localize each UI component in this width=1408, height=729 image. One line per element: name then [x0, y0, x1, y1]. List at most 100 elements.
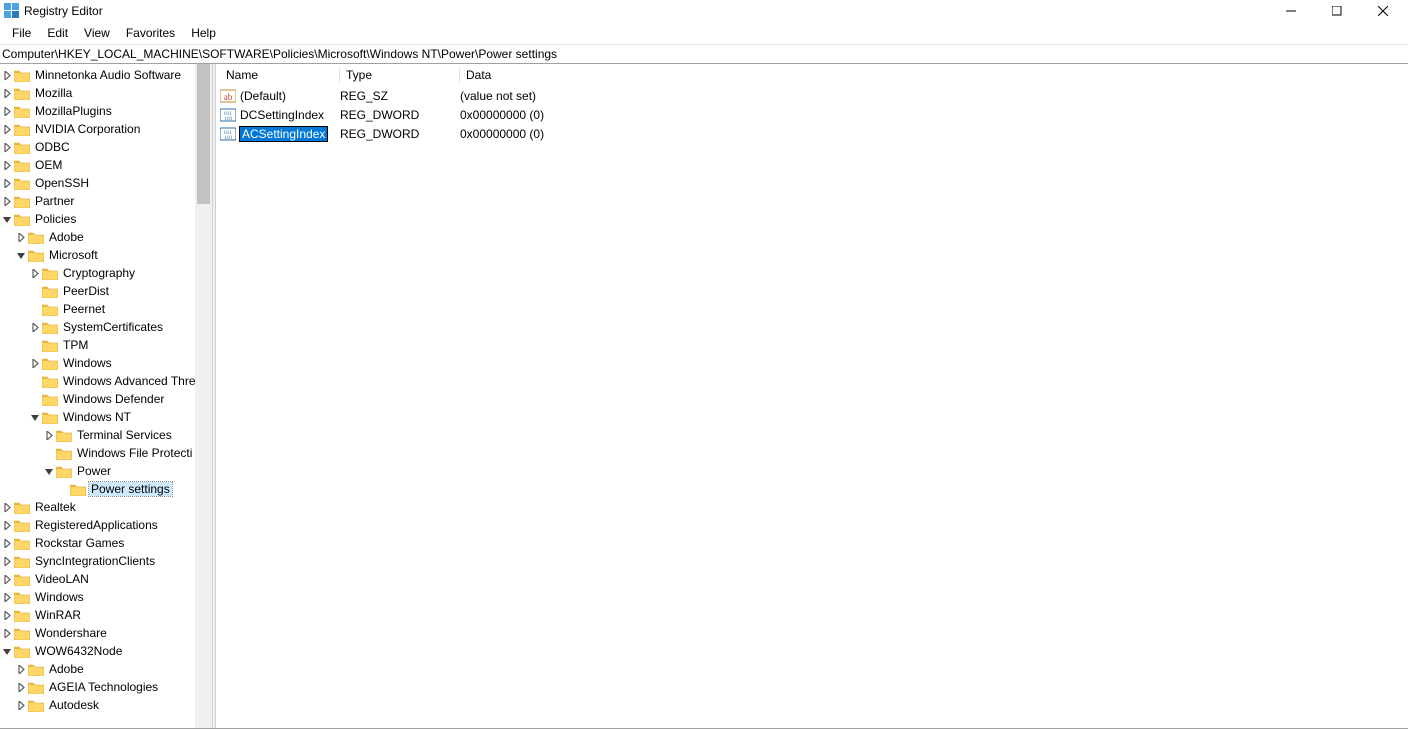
expand-icon[interactable]	[28, 264, 42, 282]
tree-node[interactable]: MozillaPlugins	[0, 102, 195, 120]
value-row[interactable]: DCSettingIndexREG_DWORD0x00000000 (0)	[216, 105, 1408, 124]
value-data: 0x00000000 (0)	[460, 127, 740, 141]
tree-node[interactable]: Minnetonka Audio Software	[0, 66, 195, 84]
tree-node[interactable]: Rockstar Games	[0, 534, 195, 552]
tree-node[interactable]: Windows Advanced Thre	[0, 372, 195, 390]
registry-tree[interactable]: Minnetonka Audio Software Mozilla MozillaP…	[0, 64, 195, 728]
tree-node[interactable]: Mozilla	[0, 84, 195, 102]
tree-node[interactable]: Windows NT	[0, 408, 195, 426]
window-title: Registry Editor	[24, 4, 103, 18]
column-data[interactable]: Data	[460, 66, 740, 84]
expand-icon[interactable]	[14, 228, 28, 246]
expand-icon[interactable]	[14, 660, 28, 678]
tree-node[interactable]: Peernet	[0, 300, 195, 318]
column-type[interactable]: Type	[340, 66, 460, 84]
collapse-icon[interactable]	[14, 246, 28, 264]
expand-icon[interactable]	[0, 156, 14, 174]
tree-node[interactable]: TPM	[0, 336, 195, 354]
value-row[interactable]: (Default)REG_SZ(value not set)	[216, 86, 1408, 105]
folder-icon	[14, 104, 30, 118]
tree-node[interactable]: Cryptography	[0, 264, 195, 282]
maximize-button[interactable]	[1314, 0, 1360, 22]
folder-icon	[14, 536, 30, 550]
value-name: DCSettingIndex	[239, 108, 325, 122]
expand-icon[interactable]	[0, 516, 14, 534]
menu-edit[interactable]: Edit	[39, 24, 76, 42]
tree-node[interactable]: Microsoft	[0, 246, 195, 264]
expand-icon[interactable]	[0, 624, 14, 642]
value-name-editing[interactable]: ACSettingIndex	[239, 126, 328, 142]
column-name[interactable]: Name	[220, 66, 340, 84]
menu-file[interactable]: File	[4, 24, 39, 42]
tree-node-label: NVIDIA Corporation	[33, 122, 142, 136]
value-row[interactable]: ACSettingIndexREG_DWORD0x00000000 (0)	[216, 124, 1408, 143]
tree-node[interactable]: Terminal Services	[0, 426, 195, 444]
tree-node[interactable]: SystemCertificates	[0, 318, 195, 336]
values-header: Name Type Data	[216, 64, 1408, 86]
tree-node[interactable]: NVIDIA Corporation	[0, 120, 195, 138]
expand-icon[interactable]	[0, 102, 14, 120]
folder-icon	[14, 212, 30, 226]
expand-icon[interactable]	[14, 696, 28, 714]
folder-icon	[14, 626, 30, 640]
collapse-icon[interactable]	[42, 462, 56, 480]
address-bar[interactable]: Computer\HKEY_LOCAL_MACHINE\SOFTWARE\Pol…	[0, 44, 1408, 64]
minimize-button[interactable]	[1268, 0, 1314, 22]
expand-icon[interactable]	[0, 120, 14, 138]
tree-node[interactable]: Adobe	[0, 228, 195, 246]
expand-icon[interactable]	[0, 192, 14, 210]
menu-help[interactable]: Help	[183, 24, 224, 42]
tree-node[interactable]: SyncIntegrationClients	[0, 552, 195, 570]
expand-icon[interactable]	[28, 354, 42, 372]
expand-icon[interactable]	[0, 570, 14, 588]
folder-icon	[14, 644, 30, 658]
tree-node[interactable]: Partner	[0, 192, 195, 210]
collapse-icon[interactable]	[0, 642, 14, 660]
values-list[interactable]: (Default)REG_SZ(value not set)DCSettingI…	[216, 86, 1408, 143]
collapse-icon[interactable]	[28, 408, 42, 426]
tree-scrollbar[interactable]	[195, 64, 212, 728]
tree-node[interactable]: Wondershare	[0, 624, 195, 642]
collapse-icon[interactable]	[0, 210, 14, 228]
expand-icon[interactable]	[28, 318, 42, 336]
expand-icon[interactable]	[0, 84, 14, 102]
menubar: File Edit View Favorites Help	[0, 22, 1408, 44]
expand-icon[interactable]	[0, 552, 14, 570]
tree-node[interactable]: RegisteredApplications	[0, 516, 195, 534]
tree-node[interactable]: Power settings	[0, 480, 195, 498]
tree-node[interactable]: Autodesk	[0, 696, 195, 714]
folder-icon	[56, 464, 72, 478]
menu-view[interactable]: View	[76, 24, 118, 42]
expand-icon[interactable]	[0, 498, 14, 516]
tree-node[interactable]: AGEIA Technologies	[0, 678, 195, 696]
tree-node[interactable]: Policies	[0, 210, 195, 228]
tree-node[interactable]: Realtek	[0, 498, 195, 516]
tree-node[interactable]: WOW6432Node	[0, 642, 195, 660]
menu-favorites[interactable]: Favorites	[118, 24, 183, 42]
tree-node[interactable]: Windows	[0, 354, 195, 372]
expand-icon[interactable]	[0, 534, 14, 552]
close-button[interactable]	[1360, 0, 1406, 22]
expand-icon[interactable]	[14, 678, 28, 696]
tree-node[interactable]: VideoLAN	[0, 570, 195, 588]
tree-node[interactable]: Windows	[0, 588, 195, 606]
folder-icon	[42, 410, 58, 424]
tree-node[interactable]: Power	[0, 462, 195, 480]
titlebar[interactable]: Registry Editor	[0, 0, 1408, 22]
tree-node[interactable]: ODBC	[0, 138, 195, 156]
expand-icon[interactable]	[0, 174, 14, 192]
tree-node-label: Mozilla	[33, 86, 74, 100]
expand-icon[interactable]	[0, 588, 14, 606]
expand-icon[interactable]	[0, 66, 14, 84]
tree-node[interactable]: Adobe	[0, 660, 195, 678]
tree-node[interactable]: OpenSSH	[0, 174, 195, 192]
tree-node[interactable]: OEM	[0, 156, 195, 174]
expand-icon[interactable]	[42, 426, 56, 444]
tree-node[interactable]: PeerDist	[0, 282, 195, 300]
tree-node[interactable]: WinRAR	[0, 606, 195, 624]
expand-icon[interactable]	[0, 138, 14, 156]
tree-node[interactable]: Windows Defender	[0, 390, 195, 408]
scrollbar-thumb[interactable]	[197, 64, 210, 204]
expand-icon[interactable]	[0, 606, 14, 624]
tree-node[interactable]: Windows File Protecti	[0, 444, 195, 462]
